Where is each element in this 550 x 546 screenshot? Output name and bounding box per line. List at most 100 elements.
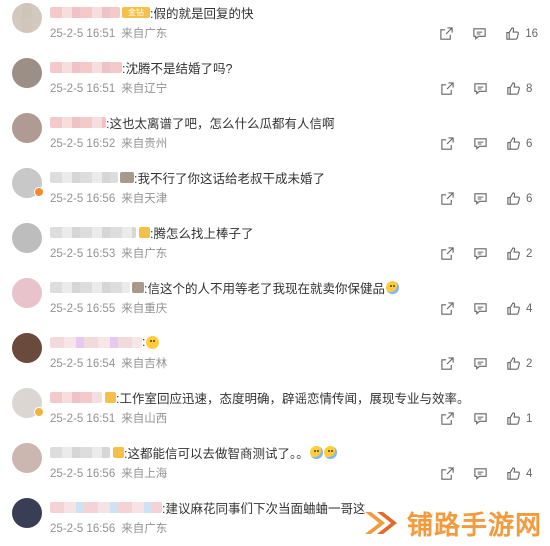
comment-text: :假的就是回复的快	[150, 6, 254, 21]
fan-medal-badge	[120, 171, 134, 183]
comment-location: 来自广东	[121, 28, 168, 40]
comment-text: :建议麻花同事们下次当面蛐蛐一哥这	[162, 501, 366, 516]
share-icon[interactable]	[439, 26, 454, 41]
share-icon[interactable]	[440, 356, 455, 371]
avatar[interactable]	[12, 443, 42, 473]
avatar[interactable]	[12, 498, 42, 528]
comment-time: 25-2-5 16:54	[50, 358, 116, 370]
comment-icon[interactable]	[473, 301, 488, 316]
comment-time: 25-2-5 16:56	[50, 523, 116, 535]
comment-text: :信这个的人不用等老了我现在就卖你保健品	[144, 281, 385, 296]
comment-icon[interactable]	[473, 246, 488, 261]
avatar[interactable]	[12, 223, 42, 253]
username[interactable]	[50, 61, 122, 73]
like-button[interactable]: 4	[506, 466, 538, 481]
comment-icon[interactable]	[473, 81, 488, 96]
like-button[interactable]: 2	[506, 246, 538, 261]
comment-text: :这也太离谱了吧，怎么什么瓜都有人信啊	[106, 116, 335, 131]
comment-item: : 25-2-5 16:54 来自吉林 2	[0, 330, 550, 385]
comment-item: :我不行了你这话给老叔干成未婚了 25-2-5 16:56 来自天津 6	[0, 165, 550, 220]
like-button[interactable]: 16	[505, 26, 538, 41]
share-icon[interactable]	[440, 411, 455, 426]
comment-text: :腾怎么找上棒子了	[150, 226, 254, 241]
emoji-icon	[146, 335, 160, 349]
comment-text: :我不行了你这话给老叔干成未婚了	[134, 171, 325, 186]
avatar[interactable]	[12, 113, 42, 143]
comment-icon[interactable]	[473, 136, 488, 151]
username[interactable]	[50, 116, 106, 128]
share-icon[interactable]	[440, 246, 455, 261]
comment-location: 来自天津	[121, 193, 168, 205]
like-button[interactable]: 6	[506, 191, 538, 206]
comment-text: :工作室回应迅速，态度明确，辟谣恋情传闻，展现专业与效率。	[116, 391, 470, 406]
share-icon[interactable]	[440, 301, 455, 316]
comment-item: :腾怎么找上棒子了 25-2-5 16:53 来自广东 2	[0, 220, 550, 275]
comment-location: 来自吉林	[121, 358, 168, 370]
like-count: 6	[526, 137, 533, 150]
thumb-up-icon	[507, 302, 520, 315]
share-icon[interactable]	[440, 136, 455, 151]
username[interactable]	[50, 446, 110, 458]
thumb-up-icon	[507, 412, 520, 425]
thumb-up-icon	[507, 467, 520, 480]
username[interactable]	[50, 6, 120, 18]
comment-text: :沈腾不是结婚了吗?	[122, 61, 233, 76]
comment-item: :这都能信可以去做智商测试了。。 25-2-5 16:56 来自上海 4	[0, 440, 550, 495]
username[interactable]	[50, 501, 162, 513]
verified-badge	[34, 407, 44, 417]
share-icon[interactable]	[440, 191, 455, 206]
emoji-icon	[309, 445, 323, 459]
comment-icon[interactable]	[473, 191, 488, 206]
like-count: 8	[526, 82, 533, 95]
avatar[interactable]	[12, 333, 42, 363]
like-count: 16	[525, 27, 538, 40]
comment-time: 25-2-5 16:56	[50, 193, 116, 205]
fan-medal-badge	[132, 281, 144, 293]
like-count: 2	[526, 357, 533, 370]
thumb-up-icon	[507, 137, 520, 150]
share-icon[interactable]	[440, 81, 455, 96]
thumb-up-icon	[507, 357, 520, 370]
comment-icon[interactable]	[473, 411, 488, 426]
share-icon[interactable]	[440, 466, 455, 481]
username[interactable]	[50, 281, 130, 293]
like-button[interactable]: 8	[506, 81, 538, 96]
comment-time: 25-2-5 16:56	[50, 468, 116, 480]
like-button[interactable]: 4	[506, 301, 538, 316]
like-button[interactable]: 1	[506, 411, 538, 426]
thumb-up-icon	[506, 27, 520, 40]
comment-item: :沈腾不是结婚了吗? 25-2-5 16:51 来自辽宁 8	[0, 55, 550, 110]
comment-icon[interactable]	[473, 466, 488, 481]
comment-item: :工作室回应迅速，态度明确，辟谣恋情传闻，展现专业与效率。 25-2-5 16:…	[0, 385, 550, 440]
comment-time: 25-2-5 16:51	[50, 413, 116, 425]
avatar[interactable]	[12, 278, 42, 308]
comment-location: 来自广东	[121, 248, 168, 260]
emoji-icon	[323, 445, 337, 459]
like-count: 4	[526, 467, 533, 480]
comment-text: :这都能信可以去做智商测试了。。	[124, 446, 309, 461]
fan-medal-badge	[139, 226, 150, 238]
comment-item: :信这个的人不用等老了我现在就卖你保健品 25-2-5 16:55 来自重庆 4	[0, 275, 550, 330]
username[interactable]	[50, 226, 136, 238]
comment-item: 金钻 :假的就是回复的快 25-2-5 16:51 来自广东 16	[0, 0, 550, 55]
like-count: 1	[526, 412, 533, 425]
username[interactable]	[50, 171, 118, 183]
comment-icon[interactable]	[472, 26, 487, 41]
comment-icon[interactable]	[473, 356, 488, 371]
comment-location: 来自上海	[121, 468, 168, 480]
site-watermark: 铺路手游网	[362, 500, 542, 546]
like-count: 4	[526, 302, 533, 315]
like-button[interactable]: 6	[506, 136, 538, 151]
like-count: 6	[526, 192, 533, 205]
username[interactable]	[50, 391, 102, 403]
comment-time: 25-2-5 16:51	[50, 83, 116, 95]
username[interactable]	[50, 336, 142, 348]
comment-item: :这也太离谱了吧，怎么什么瓜都有人信啊 25-2-5 16:52 来自贵州 6	[0, 110, 550, 165]
avatar[interactable]	[12, 3, 42, 33]
like-button[interactable]: 2	[506, 356, 538, 371]
avatar[interactable]	[12, 58, 42, 88]
comment-location: 来自贵州	[121, 138, 168, 150]
fan-medal-badge	[113, 446, 124, 458]
comment-location: 来自广东	[121, 523, 168, 535]
emoji-icon	[385, 280, 399, 294]
